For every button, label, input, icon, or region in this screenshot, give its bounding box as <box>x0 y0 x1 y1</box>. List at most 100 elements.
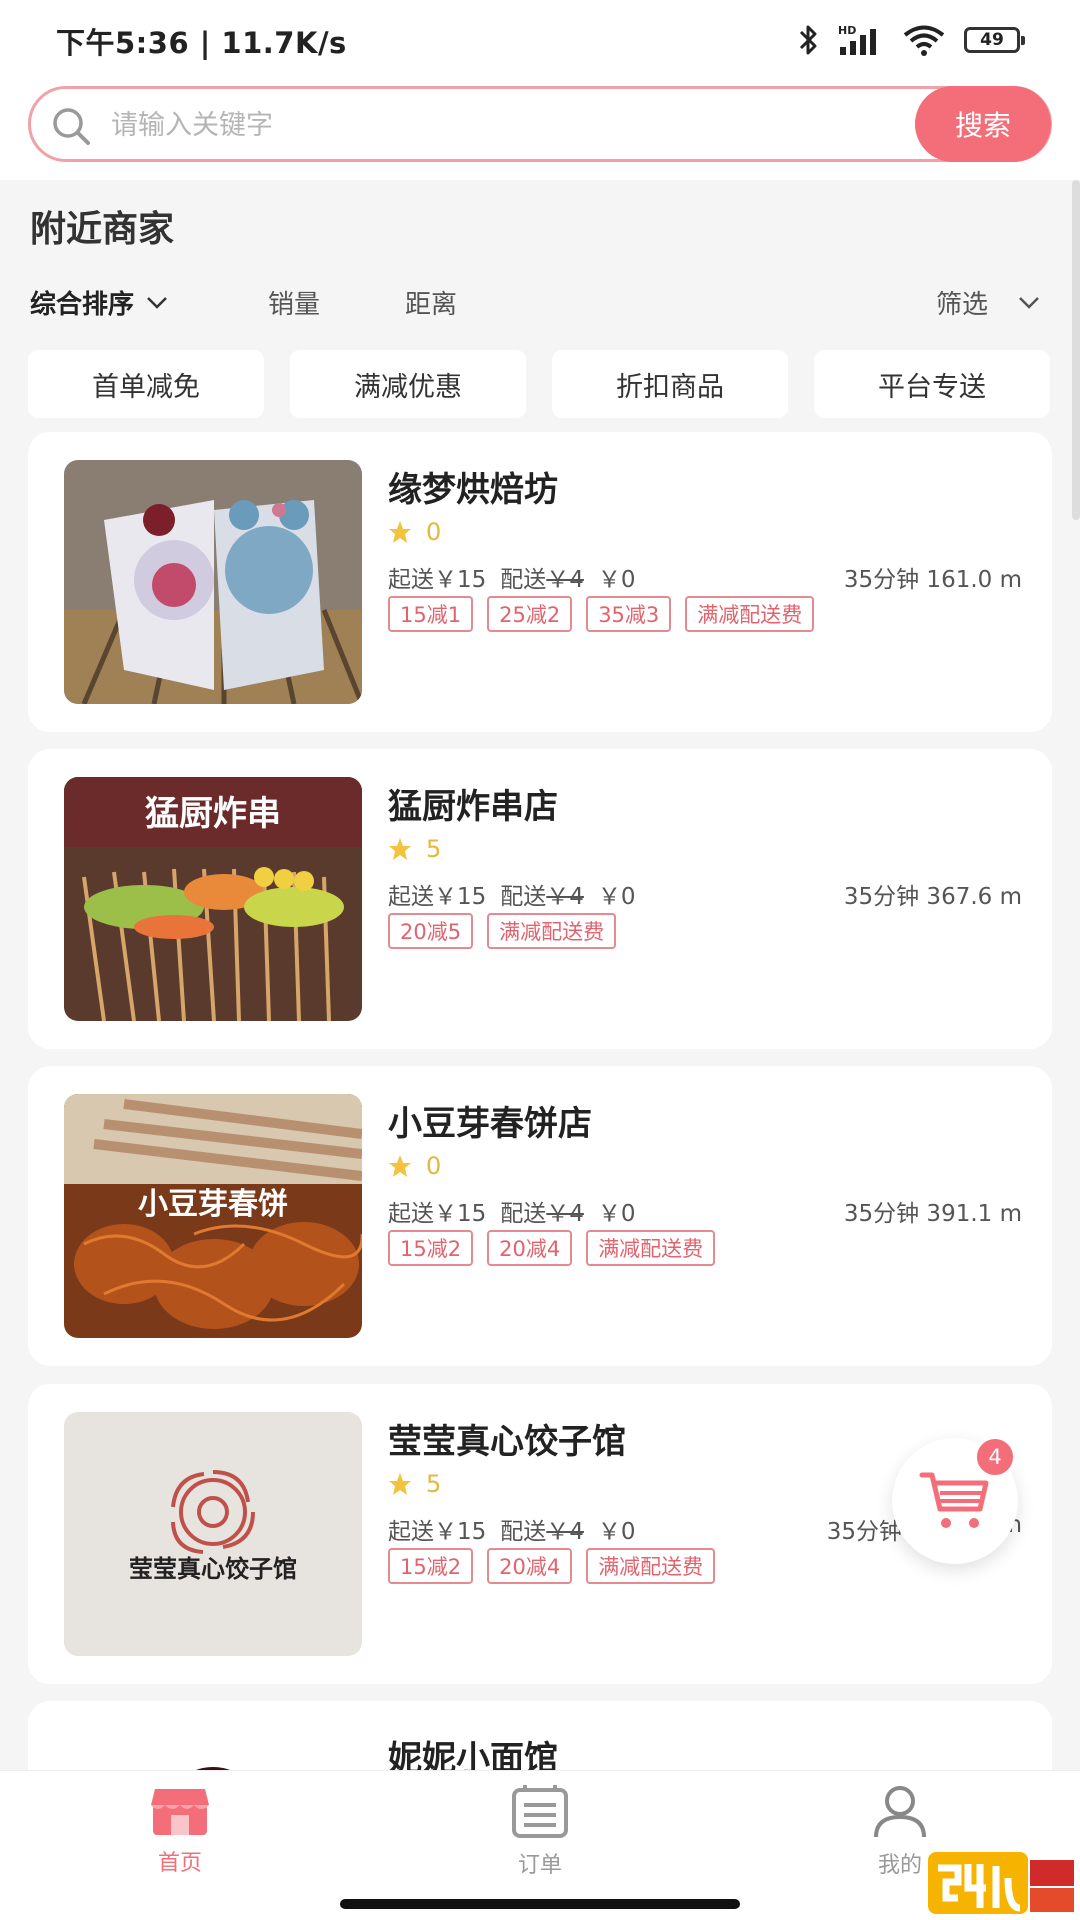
chip-discount-full[interactable]: 满减优惠 <box>290 350 526 418</box>
rating-value: 5 <box>426 835 442 863</box>
promo-tag: 满减配送费 <box>487 913 617 949</box>
nav-home[interactable]: 首页 <box>80 1785 280 1877</box>
promo-tags: 15减2 20减4 满减配送费 <box>388 1230 716 1266</box>
cart-count-badge: 4 <box>974 1436 1016 1478</box>
nav-home-label: 首页 <box>157 1851 202 1876</box>
search-bar: 搜索 <box>28 86 1052 162</box>
store-name: 莹莹真心饺子馆 <box>388 1422 626 1462</box>
store-image: 猛厨炸串 <box>64 777 362 1021</box>
store-image-caption: 小豆芽春饼 <box>138 1187 288 1222</box>
battery-level: 49 <box>980 30 1004 50</box>
promo-tag: 15减2 <box>388 1548 474 1584</box>
search-icon <box>53 108 90 145</box>
store-card[interactable]: 缘梦烘焙坊 0 起送￥15 配送￥4 ￥0 35分钟 161.0 m 15减1 … <box>28 432 1052 732</box>
delivery-label: 配送 <box>500 1201 547 1227</box>
promo-tags: 15减1 25减2 35减3 满减配送费 <box>388 596 815 632</box>
delivery-fee-old: ￥4 <box>546 567 584 593</box>
nav-orders-label: 订单 <box>517 1853 562 1878</box>
chip-platform-delivery[interactable]: 平台专送 <box>814 350 1050 418</box>
promo-tag: 满减配送费 <box>685 596 815 632</box>
sort-bar: 综合排序 销量 距离 筛选 <box>0 278 1080 324</box>
watermark-logo <box>928 1852 1074 1914</box>
store-image: 小豆芽春饼 <box>64 1094 362 1338</box>
store-image: 莹莹真心饺子馆 <box>64 1412 362 1656</box>
delivery-label: 配送 <box>500 1519 547 1545</box>
top-area: 下午5:36 | 11.7K/s HD 49 请输入关键字 搜索 <box>0 0 1080 180</box>
min-order: 起送￥15 <box>388 1201 487 1227</box>
delivery-fee: 配送￥4 <box>500 1512 584 1546</box>
search-button[interactable]: 搜索 <box>915 86 1051 162</box>
delivery-fee-new: ￥0 <box>597 1201 636 1227</box>
store-name: 小豆芽春饼店 <box>388 1104 592 1144</box>
store-rating: 0 <box>388 518 441 546</box>
search-input[interactable] <box>111 97 911 153</box>
store-rating: 0 <box>388 1152 441 1180</box>
store-card[interactable]: 小豆芽春饼 小豆芽春饼店 0 起送￥15 配送￥4 ￥0 35分钟 391.1 … <box>28 1066 1052 1366</box>
store-eta: 35分钟 367.6 m <box>843 884 1022 910</box>
sort-comprehensive[interactable]: 综合排序 <box>30 284 168 321</box>
promo-tag: 20减4 <box>487 1230 573 1266</box>
filter-button[interactable]: 筛选 <box>936 284 1040 321</box>
star-icon <box>389 1473 411 1495</box>
store-name: 缘梦烘焙坊 <box>388 470 558 510</box>
star-icon <box>389 838 411 860</box>
nav-profile-label: 我的 <box>877 1853 922 1878</box>
delivery-fee-new: ￥0 <box>597 567 636 593</box>
sort-distance[interactable]: 距离 <box>405 284 457 321</box>
rating-value: 5 <box>426 1470 442 1498</box>
status-icons: HD 49 <box>798 20 1025 60</box>
bottom-nav: 首页 订单 我的 <box>0 1770 1080 1920</box>
promo-tag: 满减配送费 <box>586 1548 716 1584</box>
nav-orders[interactable]: 订单 <box>440 1785 640 1879</box>
store-rating: 5 <box>388 1470 441 1498</box>
store-image-caption: 猛厨炸串 <box>145 794 281 834</box>
status-time: 下午5:36 | 11.7K/s <box>56 26 347 60</box>
chip-discount-goods[interactable]: 折扣商品 <box>552 350 788 418</box>
min-order: 起送￥15 <box>388 884 487 910</box>
store-delivery-info: 起送￥15 配送￥4 ￥0 <box>388 1512 636 1546</box>
promo-tag: 满减配送费 <box>586 1230 716 1266</box>
home-indicator[interactable] <box>340 1899 740 1909</box>
store-eta: 35分钟 <box>826 1519 902 1545</box>
scrollbar[interactable] <box>1072 180 1080 520</box>
store-eta: 35分钟 161.0 m <box>843 567 1022 593</box>
sort-sales-label: 销量 <box>268 290 321 320</box>
delivery-fee: 配送￥4 <box>500 1194 584 1228</box>
store-name: 猛厨炸串店 <box>388 787 558 827</box>
app-screen: 下午5:36 | 11.7K/s HD 49 请输入关键字 搜索 附近商家 综合… <box>0 0 1080 1920</box>
delivery-fee-new: ￥0 <box>597 1519 636 1545</box>
sort-comprehensive-label: 综合排序 <box>30 290 135 320</box>
promo-chip-row: 首单减免 满减优惠 折扣商品 平台专送 <box>28 350 1052 418</box>
promo-tag: 20减5 <box>388 913 474 949</box>
sort-sales[interactable]: 销量 <box>268 284 320 321</box>
store-image-caption: 莹莹真心饺子馆 <box>129 1555 297 1583</box>
store-card[interactable]: 莹莹真心饺子馆 莹莹真心饺子馆 5 起送￥15 配送￥4 ￥0 35分钟 m 1… <box>28 1384 1052 1684</box>
status-bar: 下午5:36 | 11.7K/s HD 49 <box>0 0 1080 78</box>
store-card[interactable]: 猛厨炸串 猛厨炸串店 5 起送￥15 配送￥4 ￥0 35分钟 367.6 m … <box>28 749 1052 1049</box>
promo-tags: 20减5 满减配送费 <box>388 913 617 949</box>
user-icon <box>874 1786 926 1838</box>
delivery-label: 配送 <box>500 567 547 593</box>
promo-tag: 25减2 <box>487 596 573 632</box>
section-title: 附近商家 <box>30 209 175 250</box>
star-icon <box>389 521 411 543</box>
promo-tag: 20减4 <box>487 1548 573 1584</box>
cellular-signal-icon: HD <box>838 23 884 57</box>
rating-value: 0 <box>426 518 442 546</box>
store-delivery-info: 起送￥15 配送￥4 ￥0 <box>388 1194 636 1228</box>
delivery-fee-old: ￥4 <box>546 1519 584 1545</box>
promo-tag: 15减1 <box>388 596 474 632</box>
delivery-fee-old: ￥4 <box>546 1201 584 1227</box>
chip-first-order[interactable]: 首单减免 <box>28 350 264 418</box>
store-eta: 35分钟 391.1 m <box>843 1201 1022 1227</box>
star-icon <box>389 1155 411 1177</box>
battery-icon: 49 <box>964 27 1025 53</box>
chevron-down-icon <box>147 296 167 309</box>
wifi-icon <box>902 23 946 57</box>
delivery-fee: 配送￥4 <box>500 560 584 594</box>
sort-distance-label: 距离 <box>405 290 458 320</box>
network-type-label: HD <box>838 24 856 37</box>
store-delivery-info: 起送￥15 配送￥4 ￥0 <box>388 560 636 594</box>
min-order: 起送￥15 <box>388 567 487 593</box>
store-image <box>64 460 362 704</box>
